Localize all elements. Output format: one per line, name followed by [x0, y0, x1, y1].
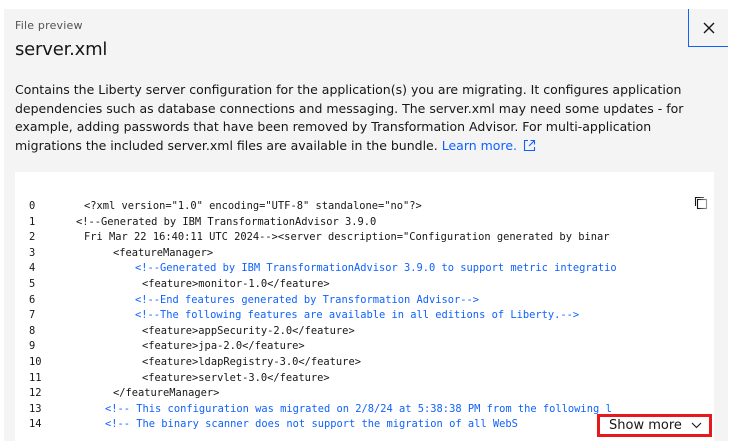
- line-number: 1: [29, 215, 36, 228]
- file-preview-modal: File preview server.xml Contains the Lib…: [4, 9, 728, 441]
- code-line: 2 Fri Mar 22 16:40:11 UTC 2024--><server …: [15, 230, 714, 246]
- code-text: <feature>ldapRegistry-3.0</feature>: [142, 356, 361, 368]
- code-line: 10 <feature>ldapRegistry-3.0</feature>: [15, 355, 714, 371]
- line-number: 7: [29, 309, 36, 322]
- description-line: dependencies such as database connection…: [15, 100, 684, 116]
- line-number: 6: [29, 293, 36, 306]
- learn-more-link[interactable]: Learn more.: [442, 138, 536, 153]
- code-text: <feature>appSecurity-2.0</feature>: [142, 324, 355, 337]
- code-snippet: 14 <!-- The binary scanner does not suppo…: [15, 172, 714, 441]
- line-number: 0: [29, 200, 36, 212]
- description-line: example, adding passwords that have been…: [15, 119, 652, 134]
- code-text: <?xml version="1.0" encoding="UTF-8" sta…: [84, 200, 422, 212]
- code-text: <!--End features generated by Transforma…: [135, 293, 480, 306]
- line-number: 12: [29, 387, 42, 400]
- code-line: 6 <!--End features generated by Transform…: [15, 293, 714, 309]
- code-text: Fri Mar 22 16:40:11 UTC 2024--><server d…: [84, 231, 610, 244]
- code-line: 5 <feature>monitor-1.0</feature>: [15, 277, 714, 293]
- code-text: <feature>monitor-1.0</feature>: [142, 278, 330, 290]
- code-line: 3 <featureManager>: [15, 246, 714, 262]
- code-line: 7 <!--The following features are availabl…: [15, 308, 714, 324]
- code-text: <featureManager>: [113, 246, 214, 259]
- copy-button[interactable]: [692, 194, 710, 212]
- copy-icon[interactable]: [694, 196, 708, 210]
- code-text: <feature>jpa-2.0</feature>: [142, 340, 305, 353]
- modal-eyebrow: File preview: [15, 19, 83, 32]
- description-line-last: migrations the included server.xml files…: [15, 137, 705, 158]
- line-number: 3: [29, 246, 36, 259]
- code-line: 8 <feature>appSecurity-2.0</feature>: [15, 324, 714, 340]
- show-more-button[interactable]: Show more: [597, 414, 712, 437]
- line-number: 11: [29, 371, 42, 384]
- code-text: <feature>servlet-3.0</feature>: [142, 371, 330, 384]
- line-number: 14: [29, 418, 42, 431]
- code-line: 9 <feature>jpa-2.0</feature>: [15, 339, 714, 355]
- code-text: <!--Generated by IBM TransformationAdvis…: [135, 262, 617, 275]
- line-number: 5: [29, 278, 36, 290]
- line-number: 13: [29, 402, 42, 415]
- close-button[interactable]: [688, 9, 728, 47]
- code-text: <!--The following features are available…: [135, 309, 580, 322]
- code-text: <!-- The binary scanner does not support…: [105, 418, 518, 431]
- line-number: 9: [29, 340, 36, 353]
- code-line: 0 <?xml version="1.0" encoding="UTF-8" st…: [15, 199, 714, 215]
- description-line-text: migrations the included server.xml files…: [15, 137, 438, 153]
- code-text: </featureManager>: [113, 387, 220, 400]
- line-number: 2: [29, 231, 36, 244]
- show-more-label[interactable]: Show more: [609, 418, 682, 433]
- code-text: <!--Generated by IBM TransformationAdvis…: [76, 215, 377, 228]
- line-number: 10: [29, 356, 42, 368]
- description-line: Contains the Liberty server configuratio…: [15, 82, 682, 97]
- code-line: 11 <feature>servlet-3.0</feature>: [15, 371, 714, 387]
- chevron-down-icon[interactable]: [691, 422, 702, 429]
- modal-title: server.xml: [15, 39, 108, 60]
- code-line: 1 <!--Generated by IBM TransformationAdvi…: [15, 215, 714, 231]
- modal-description: Contains the Liberty server configuratio…: [15, 81, 705, 157]
- code-line: 4 <!--Generated by IBM TransformationAdvi…: [15, 261, 714, 277]
- learn-more-label[interactable]: Learn more.: [442, 138, 517, 153]
- code-text: <!-- This configuration was migrated on …: [105, 402, 612, 415]
- line-number: 8: [29, 324, 36, 337]
- launch-icon[interactable]: [523, 139, 536, 158]
- code-line: 12 </featureManager>: [15, 386, 714, 402]
- line-number: 4: [29, 262, 36, 275]
- close-icon[interactable]: [703, 22, 715, 34]
